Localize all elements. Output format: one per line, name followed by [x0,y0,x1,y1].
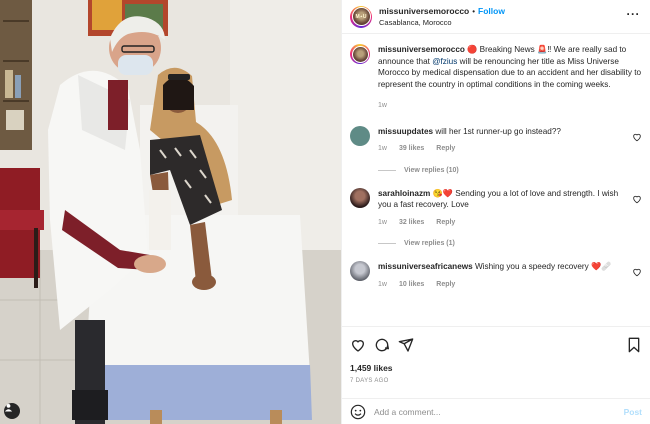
avatar-monogram: M⋆U [351,7,371,26]
post-comment-button[interactable]: Post [624,407,642,417]
reply-button[interactable]: Reply [436,143,455,155]
photo-illustration [0,0,341,424]
comment-likes[interactable]: 32 likes [399,217,424,229]
like-comment-heart-icon[interactable] [632,194,642,204]
tagged-user-icon[interactable] [4,403,20,419]
instagram-post: M⋆U missuniversemorocco • Follow Casabla… [0,0,650,424]
comment-item: missuupdates will her 1st runner-up go i… [350,125,642,155]
save-bookmark-icon[interactable] [626,337,642,353]
more-options-icon[interactable]: ··· [627,8,641,20]
post-location[interactable]: Casablanca, Morocco [379,17,505,28]
post-date[interactable]: 7 DAYS AGO [350,378,642,384]
comment-avatar[interactable] [350,125,370,146]
comment-likes[interactable]: 39 likes [399,143,424,155]
view-replies-label: View replies (10) [404,166,459,174]
comments-section: missuniversemorocco 🔴 Breaking News 🚨‼ W… [342,34,650,319]
profile-avatar[interactable]: M⋆U [350,5,372,28]
post-sidebar: M⋆U missuniversemorocco • Follow Casabla… [341,0,650,424]
post-header: M⋆U missuniversemorocco • Follow Casabla… [342,0,650,34]
comment-bubble-icon[interactable] [374,337,390,353]
comment-item: sarahloinazm 😘❤️ Sending you a lot of lo… [350,187,642,229]
comment-avatar[interactable] [350,187,370,208]
like-heart-icon[interactable] [350,337,366,353]
comment-text: will her 1st runner-up go instead?? [433,126,561,136]
header-separator: • [472,6,476,16]
caption-mention-link[interactable]: @fzius [432,57,457,66]
add-comment-bar: Add a comment... Post [342,398,650,424]
reply-button[interactable]: Reply [436,279,455,291]
view-replies-button[interactable]: View replies (10) [378,167,642,174]
comment-username[interactable]: sarahloinazm [378,189,430,198]
follow-button[interactable]: Follow [478,6,505,17]
comment-username[interactable]: missuniverseafricanews [378,262,473,271]
like-comment-heart-icon[interactable] [632,132,642,142]
comment-item: missuniverseafricanews Wishing you a spe… [350,261,642,290]
comment-avatar[interactable] [350,261,370,281]
view-replies-label: View replies (1) [404,240,455,247]
reply-button[interactable]: Reply [436,217,455,229]
likes-count[interactable]: 1,459 likes [350,363,642,373]
emoji-smiley-icon[interactable] [350,404,366,420]
header-username[interactable]: missuniversemorocco [379,6,469,17]
caption-time[interactable]: 1w [378,100,387,112]
view-replies-button[interactable]: View replies (1) [378,240,642,247]
caption: missuniversemorocco 🔴 Breaking News 🚨‼ W… [350,44,642,112]
comment-likes[interactable]: 10 likes [399,279,424,291]
like-comment-heart-icon[interactable] [632,267,642,277]
comment-input[interactable]: Add a comment... [374,407,624,417]
comment-time[interactable]: 1w [378,143,387,155]
caption-username[interactable]: missuniversemorocco [378,45,465,54]
comment-text: Wishing you a speedy recovery ❤️🩹 [472,262,612,271]
comment-time[interactable]: 1w [378,217,387,229]
post-photo[interactable] [0,0,341,424]
share-paper-plane-icon[interactable] [398,337,414,353]
caption-avatar[interactable] [350,44,370,64]
post-actions: 1,459 likes 7 DAYS AGO [342,326,650,384]
comment-time[interactable]: 1w [378,279,387,291]
comment-username[interactable]: missuupdates [378,127,433,136]
